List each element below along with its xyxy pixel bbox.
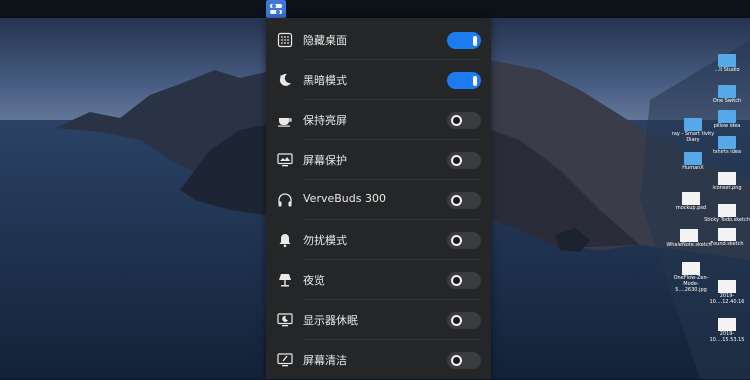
psd-file-icon	[682, 192, 700, 205]
lamp-icon	[277, 272, 293, 288]
row-label: VerveBuds 300	[303, 192, 386, 205]
screen-clean-icon	[277, 352, 293, 368]
display-sleep-toggle[interactable]	[447, 312, 481, 329]
row-label: 隐藏桌面	[303, 34, 347, 47]
coffee-icon	[277, 112, 293, 128]
display-sleep-icon	[277, 312, 293, 328]
row-label: 屏幕保护	[303, 154, 347, 167]
desktop-item-name: HumanX	[682, 165, 704, 171]
desktop-file-icon[interactable]: One Switch	[704, 85, 750, 104]
sketch-file-icon	[718, 204, 736, 217]
desktop-item-name: 2019-10....15.53.15	[709, 331, 745, 343]
row-label: 屏幕清洁	[303, 354, 347, 367]
row-keep-awake[interactable]: 保持亮屏	[266, 100, 491, 140]
row-label: 夜览	[303, 274, 325, 287]
toggles-icon[interactable]	[266, 0, 286, 18]
folder-icon	[718, 110, 736, 123]
monitor-icon	[277, 152, 293, 168]
screen-clean-toggle[interactable]	[447, 352, 481, 369]
menu-bar	[0, 0, 750, 18]
do-not-disturb-toggle[interactable]	[447, 232, 481, 249]
headphones-icon	[277, 192, 293, 208]
sketch-file-icon	[718, 228, 736, 241]
row-display-sleep[interactable]: 显示器休眠	[266, 300, 491, 340]
folder-icon	[718, 85, 736, 98]
image-file-icon	[718, 172, 736, 185]
desktop-item-name: iconset.png	[712, 185, 742, 191]
folder-icon	[684, 152, 702, 165]
sketch-file-icon	[680, 229, 698, 242]
desktop-file-icon[interactable]: 2019-10....15.53.15	[704, 318, 750, 343]
keep-awake-toggle[interactable]	[447, 112, 481, 129]
desktop-item-name: ...ll Studio	[714, 67, 740, 73]
desktop-file-icon[interactable]: Sticky Todo.sketch	[704, 204, 750, 223]
desktop-item-name: One Switch	[712, 98, 742, 104]
desktop-item-name: 2019-10....12.40.16	[709, 293, 745, 305]
grid-icon	[277, 32, 293, 48]
folder-icon	[718, 54, 736, 67]
dark-mode-toggle[interactable]	[447, 72, 481, 89]
desktop-file-icon[interactable]: Found.sketch	[704, 228, 750, 247]
folder-icon	[684, 118, 702, 131]
desktop-file-icon[interactable]: HumanX	[670, 152, 716, 171]
desktop-item-name: Found.sketch	[710, 241, 744, 247]
row-label: 显示器休眠	[303, 314, 358, 327]
screensaver-toggle[interactable]	[447, 152, 481, 169]
image-file-icon	[682, 262, 700, 275]
desktop-item-name: Sticky Todo.sketch	[704, 217, 750, 223]
folder-icon	[718, 136, 736, 149]
desktop-file-icon[interactable]: iconset.png	[704, 172, 750, 191]
row-dark-mode[interactable]: 黑暗模式	[266, 60, 491, 100]
row-screensaver[interactable]: 屏幕保护	[266, 140, 491, 180]
desktop-file-icon[interactable]: ...ll Studio	[704, 54, 750, 73]
row-night-shift[interactable]: 夜览	[266, 260, 491, 300]
night-shift-toggle[interactable]	[447, 272, 481, 289]
vervebuds-toggle[interactable]	[447, 192, 481, 209]
row-screen-clean[interactable]: 屏幕清洁	[266, 340, 491, 380]
bell-icon	[277, 232, 293, 248]
row-label: 黑暗模式	[303, 74, 347, 87]
row-label: 保持亮屏	[303, 114, 347, 127]
hide-desktop-toggle[interactable]	[447, 32, 481, 49]
row-vervebuds[interactable]: VerveBuds 300	[266, 180, 491, 220]
desktop-file-icon[interactable]: 2019-10....12.40.16	[704, 280, 750, 305]
screenshot-file-icon	[718, 280, 736, 293]
quick-settings-panel: 隐藏桌面 黑暗模式 保持亮屏 屏幕保护 VerveBuds 300 勿扰模式 夜…	[266, 18, 491, 379]
row-label: 勿扰模式	[303, 234, 347, 247]
moon-icon	[277, 72, 293, 88]
screenshot-file-icon	[718, 318, 736, 331]
row-do-not-disturb[interactable]: 勿扰模式	[266, 220, 491, 260]
row-hide-desktop[interactable]: 隐藏桌面	[266, 20, 491, 60]
